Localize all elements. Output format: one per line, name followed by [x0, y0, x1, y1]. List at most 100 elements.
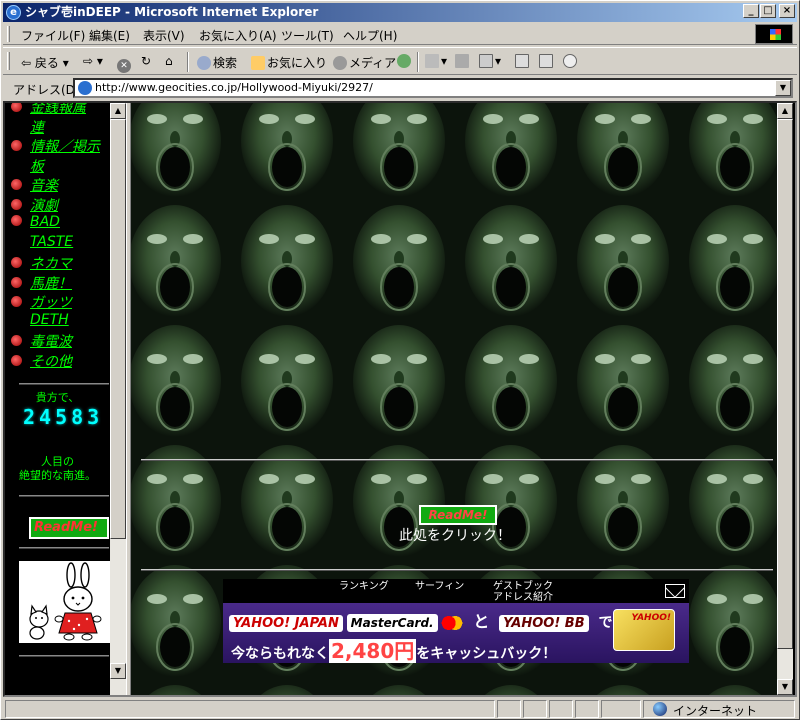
refresh-button[interactable]: ↻ — [141, 54, 151, 68]
surfing-link[interactable]: サーフィン — [415, 581, 464, 592]
edit-page-icon — [479, 54, 493, 68]
scroll-thumb[interactable] — [777, 119, 793, 649]
mail-icon[interactable] — [665, 584, 685, 598]
media-label: メディア — [349, 56, 397, 70]
nav-link[interactable]: ガッツ — [11, 292, 72, 312]
banner-price: 2,480円 — [329, 639, 417, 663]
left-divider — [19, 383, 109, 385]
toolbar-separator — [417, 52, 419, 72]
nav-link[interactable]: 演劇 — [11, 195, 58, 215]
geocities-bar: ランキング サーフィン ゲストブック アドレス紹介 — [223, 579, 689, 603]
print-button[interactable] — [455, 54, 471, 68]
research-icon — [539, 54, 553, 68]
search-label: 検索 — [213, 56, 238, 70]
nav-link[interactable]: TASTE — [30, 234, 73, 250]
history-icon — [397, 54, 411, 68]
guestbook-link[interactable]: ゲストブック — [493, 581, 553, 592]
menu-view[interactable]: 表示(V) — [143, 27, 185, 44]
nav-link[interactable]: 金銭報属 — [11, 103, 86, 117]
nav-link-text: その他 — [30, 353, 72, 370]
nav-link[interactable]: BAD — [11, 214, 60, 230]
visitor-text: 貴方で、 — [35, 391, 80, 404]
red-bullet-icon — [11, 103, 22, 112]
edit-button[interactable]: ▾ — [479, 54, 501, 68]
menu-edit[interactable]: 編集(E) — [89, 27, 130, 44]
left-divider — [19, 547, 109, 549]
messenger-button[interactable] — [563, 54, 579, 68]
scroll-up-button[interactable]: ▲ — [110, 103, 126, 119]
back-button[interactable]: ⇦ 戻る ▾ — [21, 54, 69, 71]
nav-link-text: ネカマ — [30, 256, 72, 272]
research-button[interactable] — [539, 54, 555, 68]
media-button[interactable]: メディア — [333, 54, 396, 71]
search-button[interactable]: 検索 — [197, 54, 237, 71]
messenger-icon — [563, 54, 577, 68]
nav-link[interactable]: 音楽 — [11, 175, 58, 195]
nav-link-text: 情報／掲示 — [30, 139, 100, 155]
menu-favorites[interactable]: お気に入り(A) — [199, 27, 277, 44]
menu-file[interactable]: ファイル(F) — [21, 27, 85, 44]
nav-link[interactable]: 毒電波 — [11, 331, 72, 351]
internet-zone-globe-icon — [653, 702, 667, 716]
minimize-button[interactable]: _ — [743, 4, 759, 18]
main-frame: ReadMe! 此処をクリック！ ランキング サーフィン ゲストブック アドレス… — [131, 103, 777, 695]
main-readme-button[interactable]: ReadMe! — [419, 505, 497, 525]
mail-icon — [425, 54, 439, 68]
scroll-thumb[interactable] — [110, 119, 126, 539]
stop-icon: ✕ — [117, 59, 131, 73]
mastercard-logo: MasterCard. — [346, 614, 438, 632]
menu-grip — [7, 26, 10, 42]
nav-link[interactable]: 情報／掲示 — [11, 136, 100, 156]
left-frame-scrollbar[interactable]: ▲ ▼ — [110, 103, 126, 695]
main-frame-scrollbar[interactable]: ▲ ▼ — [777, 103, 793, 695]
page-icon — [78, 81, 92, 95]
nav-link[interactable]: 連 — [30, 117, 44, 137]
click-here-link[interactable]: 此処をクリック！ — [399, 525, 511, 545]
media-icon — [333, 56, 347, 70]
nav-link[interactable]: DETH — [30, 312, 69, 328]
yahoo-bb-banner-ad[interactable]: YAHOO! JAPAN MasterCard. と YAHOO! BB で 今… — [223, 603, 689, 663]
banner-bottom-row: 今ならもれなく 2,480円 をキャッシュバック！ — [231, 635, 556, 663]
visitor-counter: 24583 — [23, 405, 104, 429]
windows-logo-icon — [755, 24, 793, 44]
menu-help[interactable]: ヘルプ(H) — [343, 27, 397, 44]
nav-link-text: 金銭報属 — [30, 103, 86, 116]
nav-link-text: 連 — [30, 119, 44, 136]
address-intro-link[interactable]: アドレス紹介 — [493, 592, 553, 603]
title-bar: e シャブ壱inDEEP - Microsoft Internet Explor… — [3, 3, 797, 22]
address-url: http://www.geocities.co.jp/Hollywood-Miy… — [95, 81, 373, 94]
toolbar: ⇦ 戻る ▾ ⇨ ▾ ✕ ↻ ⌂ 検索 お気に入り メディア ▾ ▾ — [3, 47, 797, 75]
menu-tools[interactable]: ツール(T) — [281, 27, 334, 44]
address-input[interactable]: http://www.geocities.co.jp/Hollywood-Miy… — [73, 78, 793, 98]
discuss-icon — [515, 54, 529, 68]
stop-button[interactable]: ✕ — [117, 54, 133, 73]
history-button[interactable] — [397, 54, 413, 68]
nav-link-text: 毒電波 — [30, 334, 72, 350]
nav-link[interactable]: その他 — [11, 351, 72, 371]
home-button[interactable]: ⌂ — [165, 54, 173, 68]
zone-label: インターネット — [673, 704, 758, 718]
discuss-button[interactable] — [515, 54, 531, 68]
bunny-illustration-icon — [29, 562, 102, 641]
maximize-button[interactable]: □ — [760, 4, 776, 18]
scroll-down-button[interactable]: ▼ — [777, 679, 793, 695]
forward-button[interactable]: ⇨ ▾ — [83, 54, 103, 68]
ie-icon: e — [6, 5, 21, 20]
close-button[interactable]: × — [779, 4, 795, 18]
bunny-image — [19, 561, 110, 643]
search-icon — [197, 56, 211, 70]
favorites-button[interactable]: お気に入り — [251, 54, 327, 71]
nav-link[interactable]: ネカマ — [11, 253, 72, 273]
favorites-label: お気に入り — [267, 56, 328, 70]
sidebar-readme-button[interactable]: ReadMe! — [29, 517, 109, 539]
address-dropdown-button[interactable]: ▼ — [775, 80, 791, 96]
ranking-link[interactable]: ランキング — [339, 581, 389, 592]
scroll-up-button[interactable]: ▲ — [777, 103, 793, 119]
scroll-down-button[interactable]: ▼ — [110, 663, 126, 679]
banner-de: で — [598, 615, 613, 631]
content-area: 金銭報属連情報／掲示板音楽 演劇 BAD TASTE ネカマ 馬鹿！ ガッツ DETH 毒電波そ… — [3, 101, 797, 697]
nav-link[interactable]: 馬鹿！ — [11, 273, 72, 293]
mail-button[interactable]: ▾ — [425, 54, 447, 68]
nav-link[interactable]: 板 — [30, 156, 44, 176]
mastercard-circles-icon — [441, 615, 464, 631]
